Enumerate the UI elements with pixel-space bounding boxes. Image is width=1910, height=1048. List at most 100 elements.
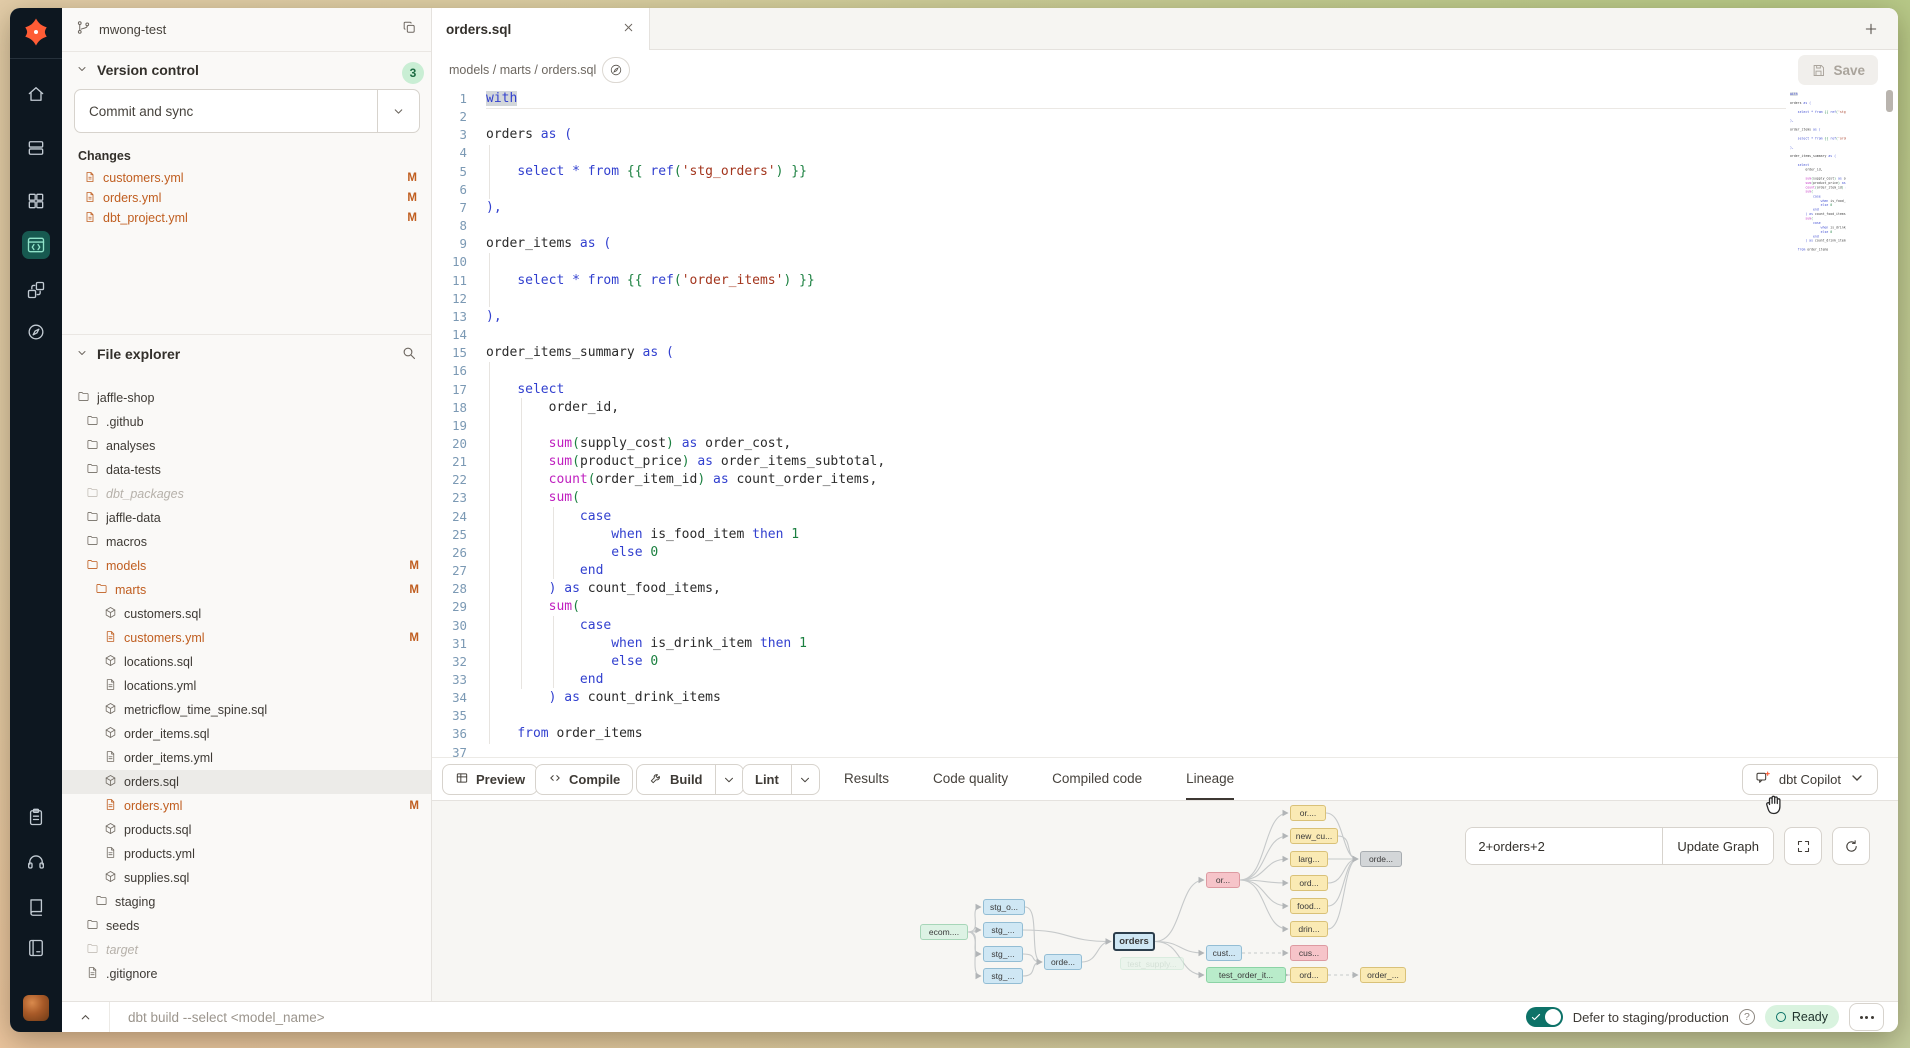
folder-icon (77, 390, 90, 406)
tree-item-jaffle-shop[interactable]: jaffle-shop (62, 386, 431, 410)
chevron-up-icon[interactable] (62, 1002, 110, 1032)
lineage-node-orde1[interactable]: orde... (1044, 954, 1082, 970)
tree-item-seeds[interactable]: seeds (62, 914, 431, 938)
lineage-panel[interactable]: ecom....stg_o...stg_...stg_...stg_...ord… (432, 800, 1898, 1001)
lineage-node-stg4[interactable]: stg_... (983, 968, 1023, 984)
lineage-node-y_ord[interactable]: ord... (1290, 875, 1328, 891)
tree-item-staging[interactable]: staging (62, 890, 431, 914)
dbt-logo-icon[interactable] (21, 17, 51, 47)
user-avatar[interactable] (23, 995, 49, 1021)
lineage-node-test_order_it[interactable]: test_order_it... (1206, 967, 1286, 983)
tree-item-orders.yml[interactable]: orders.ymlM (62, 794, 431, 818)
lineage-node-stg3[interactable]: stg_... (983, 946, 1023, 962)
save-button[interactable]: Save (1798, 55, 1878, 85)
nav-home-icon[interactable] (22, 80, 50, 108)
tab-lineage[interactable]: Lineage (1186, 758, 1234, 801)
tree-item-customers.sql[interactable]: customers.sql (62, 602, 431, 626)
nav-notebook-icon[interactable] (22, 934, 50, 962)
chevron-down-icon[interactable] (791, 765, 819, 794)
nav-support-icon[interactable] (22, 848, 50, 876)
tree-item-jaffle-data[interactable]: jaffle-data (62, 506, 431, 530)
tree-item-data-tests[interactable]: data-tests (62, 458, 431, 482)
commit-and-sync-button[interactable]: Commit and sync (74, 89, 420, 133)
tree-item-products.sql[interactable]: products.sql (62, 818, 431, 842)
tab-results[interactable]: Results (844, 758, 889, 801)
tree-item-locations.yml[interactable]: locations.yml (62, 674, 431, 698)
lineage-node-ecom[interactable]: ecom.... (920, 924, 968, 940)
lineage-selector-input[interactable] (1466, 828, 1662, 864)
commit-options-chevron[interactable] (377, 90, 419, 132)
tree-item-target[interactable]: target (62, 938, 431, 962)
nav-compare-icon[interactable] (22, 276, 50, 304)
compile-button[interactable]: Compile (535, 764, 633, 795)
tree-item-.github[interactable]: .github (62, 410, 431, 434)
chevron-down-icon[interactable] (715, 765, 743, 794)
code-editor[interactable]: 1234567891011121314151617181920212223242… (432, 90, 1898, 757)
lineage-node-or_pink[interactable]: or... (1206, 872, 1240, 888)
lineage-node-cust[interactable]: cust... (1206, 945, 1242, 961)
tree-item-locations.sql[interactable]: locations.sql (62, 650, 431, 674)
lineage-node-y_larg[interactable]: larg... (1290, 851, 1328, 867)
lineage-node-y_ord2[interactable]: ord... (1290, 967, 1328, 983)
fullscreen-button[interactable] (1784, 827, 1822, 865)
refresh-button[interactable] (1832, 827, 1870, 865)
tree-item-order_items.yml[interactable]: order_items.yml (62, 746, 431, 770)
minimap[interactable]: with orders as ( select * from {{ ref('s… (1790, 92, 1846, 272)
tree-item-customers.yml[interactable]: customers.ymlM (62, 626, 431, 650)
changed-file-customers.yml[interactable]: customers.ymlM (62, 168, 431, 188)
lineage-node-stg2[interactable]: stg_... (983, 922, 1023, 938)
version-control-header[interactable]: Version control (76, 62, 199, 78)
tree-item-dbt_packages[interactable]: dbt_packages (62, 482, 431, 506)
new-tab-button[interactable] (1858, 16, 1884, 42)
help-icon[interactable]: ? (1739, 1009, 1755, 1025)
nav-environments-icon[interactable] (22, 134, 50, 162)
changed-file-orders.yml[interactable]: orders.ymlM (62, 188, 431, 208)
lineage-node-y_new_cu[interactable]: new_cu... (1290, 828, 1338, 844)
lineage-node-orders[interactable]: orders (1113, 932, 1155, 951)
view-lineage-icon[interactable] (602, 57, 630, 83)
preview-button[interactable]: Preview (442, 764, 538, 795)
tab-orders-sql[interactable]: orders.sql (432, 8, 650, 50)
tree-item-metricflow_time_spine.sql[interactable]: metricflow_time_spine.sql (62, 698, 431, 722)
lineage-node-stg_o[interactable]: stg_o... (983, 899, 1025, 915)
close-icon[interactable] (622, 21, 635, 37)
tab-compiled-code[interactable]: Compiled code (1052, 758, 1142, 801)
update-graph-button[interactable]: Update Graph (1662, 828, 1773, 864)
build-button[interactable]: Build (636, 764, 744, 795)
changed-file-dbt_project.yml[interactable]: dbt_project.ymlM (62, 208, 431, 228)
tree-item-orders.sql[interactable]: orders.sql (62, 770, 431, 794)
tree-item-analyses[interactable]: analyses (62, 434, 431, 458)
lineage-node-g_orde[interactable]: orde... (1360, 851, 1402, 867)
tree-item-label: order_items.sql (124, 727, 419, 741)
nav-dashboard-icon[interactable] (22, 187, 50, 215)
file-explorer-toggle[interactable]: File explorer (76, 346, 180, 362)
folder-icon (86, 486, 99, 502)
nav-explore-icon[interactable] (22, 318, 50, 346)
tree-item-marts[interactable]: martsM (62, 578, 431, 602)
lint-button[interactable]: Lint (742, 764, 820, 795)
tree-item-products.yml[interactable]: products.yml (62, 842, 431, 866)
more-options-button[interactable] (1849, 1003, 1884, 1031)
command-input[interactable]: dbt build --select <model_name> (110, 1010, 1526, 1025)
search-icon[interactable] (401, 345, 417, 361)
copy-icon[interactable] (402, 20, 417, 40)
tree-item-.gitignore[interactable]: .gitignore (62, 962, 431, 986)
lineage-node-y_drin[interactable]: drin... (1290, 921, 1328, 937)
lineage-node-y_order_[interactable]: order_... (1360, 967, 1406, 983)
dbt-copilot-button[interactable]: dbt Copilot (1742, 764, 1878, 795)
tree-item-order_items.sql[interactable]: order_items.sql (62, 722, 431, 746)
code-line: ), (486, 308, 885, 326)
nav-tasks-icon[interactable] (22, 803, 50, 831)
vertical-scrollbar[interactable] (1886, 90, 1893, 112)
tree-item-models[interactable]: modelsM (62, 554, 431, 578)
tree-item-supplies.sql[interactable]: supplies.sql (62, 866, 431, 890)
lineage-node-y_or[interactable]: or.... (1290, 805, 1326, 821)
tab-code-quality[interactable]: Code quality (933, 758, 1008, 801)
tree-item-macros[interactable]: macros (62, 530, 431, 554)
lineage-node-test_supply[interactable]: test_supply... (1120, 957, 1184, 970)
nav-ide-icon[interactable] (22, 231, 50, 259)
defer-toggle[interactable] (1526, 1007, 1563, 1027)
lineage-node-p_cus[interactable]: cus... (1290, 945, 1328, 961)
lineage-node-y_food[interactable]: food... (1290, 898, 1328, 914)
nav-docs-icon[interactable] (22, 893, 50, 921)
